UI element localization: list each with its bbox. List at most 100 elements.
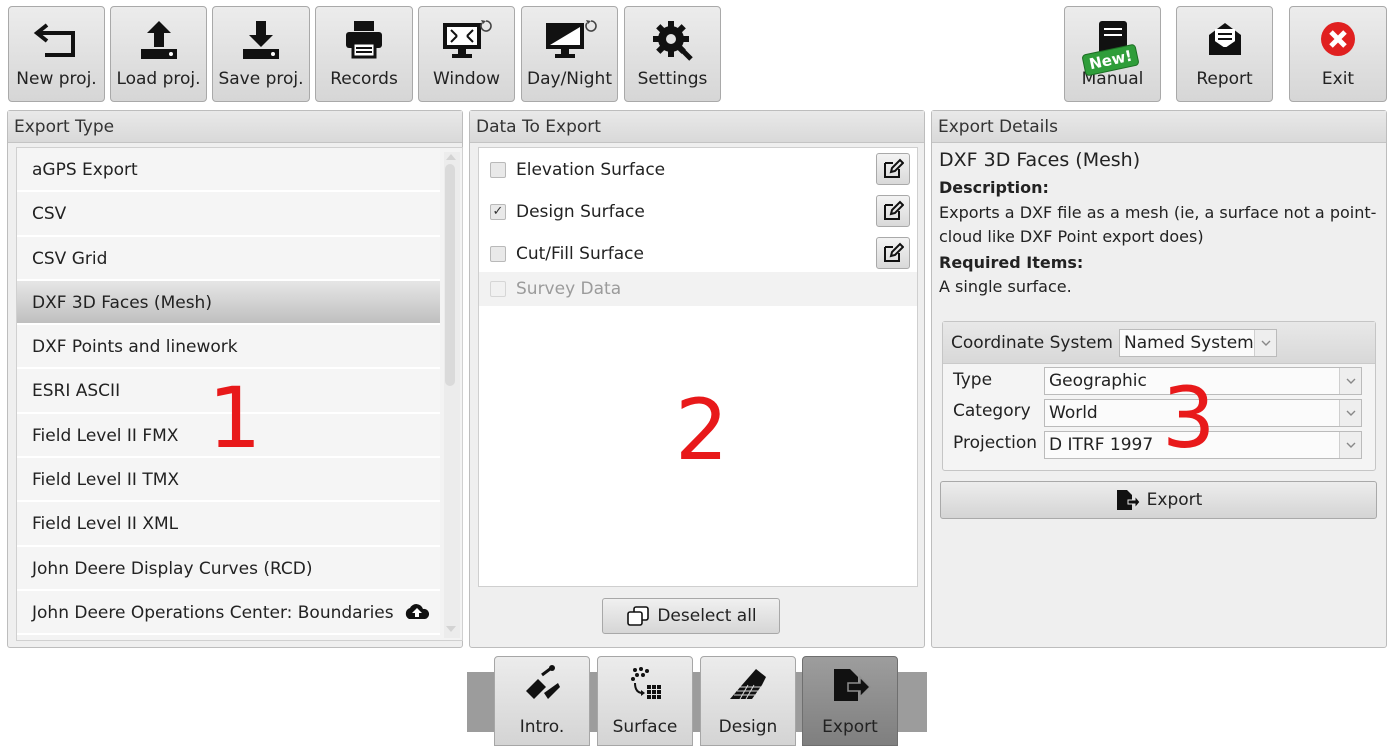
edit-pencil-icon <box>884 158 904 178</box>
data-row-elevation[interactable]: Elevation Surface <box>479 150 917 190</box>
exit-label: Exit <box>1321 69 1355 89</box>
upload-icon <box>140 21 177 59</box>
edit-pencil-icon <box>884 242 904 262</box>
design-surface-icon <box>730 669 766 700</box>
checkbox-unchecked[interactable] <box>490 162 506 178</box>
scroll-down-icon[interactable] <box>446 626 456 632</box>
tab-export-label: Export <box>822 717 878 737</box>
coordinate-system-header: Coordinate System Named System <box>943 322 1375 364</box>
load-project-button[interactable]: Load proj. <box>110 6 207 102</box>
checkbox-disabled <box>490 281 506 297</box>
save-project-button[interactable]: Save proj. <box>212 6 310 102</box>
exit-button[interactable]: Exit <box>1289 6 1387 102</box>
checkbox-checked[interactable]: ✓ <box>490 204 506 220</box>
export-file-icon <box>1116 490 1141 510</box>
download-icon <box>243 21 279 59</box>
deselect-squares-icon <box>627 606 650 626</box>
manual-button[interactable]: New! Manual <box>1064 6 1161 102</box>
report-envelope-icon <box>1208 23 1241 55</box>
data-row-design[interactable]: ✓ Design Surface <box>479 192 917 232</box>
projection-value: D ITRF 1997 <box>1049 435 1154 455</box>
list-item[interactable]: DXF Points and linework <box>17 325 440 370</box>
data-row-label: Cut/Fill Surface <box>516 244 644 264</box>
undo-arrow-icon <box>33 23 75 57</box>
type-label: Type <box>953 370 993 390</box>
day-night-button[interactable]: Day/Night <box>521 6 618 102</box>
report-label: Report <box>1196 69 1253 89</box>
list-item[interactable]: CSV Grid <box>17 236 440 281</box>
edit-pencil-icon <box>884 200 904 220</box>
list-item[interactable]: John Deere Display Curves (RCD) <box>17 546 440 591</box>
export-type-title: Export Type <box>8 111 462 143</box>
edit-button[interactable] <box>876 195 910 227</box>
category-value: World <box>1049 403 1098 423</box>
data-row-survey-disabled: Survey Data <box>479 272 917 306</box>
deselect-all-label: Deselect all <box>657 606 757 626</box>
tab-intro[interactable]: Intro. <box>494 656 590 746</box>
annotation-number-1: 1 <box>208 369 262 467</box>
surface-points-grid-icon <box>631 667 661 699</box>
checkbox-unchecked[interactable] <box>490 246 506 262</box>
export-button-label: Export <box>1146 490 1203 510</box>
edit-button[interactable] <box>876 237 910 269</box>
description-heading: Description: <box>939 178 1049 197</box>
day-night-label: Day/Night <box>527 69 612 89</box>
export-button[interactable]: Export <box>940 481 1377 519</box>
close-circle-icon <box>1321 22 1355 56</box>
coordinate-system-value: Named System <box>1124 332 1254 353</box>
window-label: Window <box>432 69 501 89</box>
scroll-thumb[interactable] <box>445 164 455 386</box>
data-to-export-title: Data To Export <box>470 111 924 143</box>
window-resize-icon <box>442 20 492 58</box>
chevron-down-icon <box>1339 432 1361 458</box>
list-item-selected[interactable]: DXF 3D Faces (Mesh) <box>17 280 440 326</box>
main-toolbar: New proj. Load proj. Save proj. Records <box>0 0 1395 104</box>
new-project-button[interactable]: New proj. <box>8 6 105 102</box>
load-project-label: Load proj. <box>116 69 201 89</box>
tab-design[interactable]: Design <box>700 656 796 746</box>
data-row-label: Elevation Surface <box>516 160 666 180</box>
category-label: Category <box>953 401 1031 421</box>
tab-intro-label: Intro. <box>519 717 565 737</box>
list-item[interactable]: CSV <box>17 192 440 237</box>
export-format-name: DXF 3D Faces (Mesh) <box>939 149 1141 171</box>
export-type-panel: Export Type aGPS Export CSV CSV Grid DXF… <box>7 110 463 648</box>
projection-label: Projection <box>953 433 1038 453</box>
edit-button[interactable] <box>876 153 910 185</box>
coordinate-system-select[interactable]: Named System <box>1119 328 1277 357</box>
settings-button[interactable]: Settings <box>624 6 721 102</box>
coordinate-system-group: Coordinate System Named System Type Geog… <box>942 321 1376 471</box>
tab-surface[interactable]: Surface <box>597 656 693 746</box>
records-button[interactable]: Records <box>315 6 413 102</box>
data-row-label: Survey Data <box>516 279 622 299</box>
chevron-down-icon <box>1254 329 1276 356</box>
list-item-label: John Deere Operations Center: Boundaries <box>32 602 394 623</box>
data-to-export-panel: Data To Export Elevation Surface ✓ Desig… <box>469 110 925 648</box>
coordinate-system-label: Coordinate System <box>951 332 1113 353</box>
tab-export-active[interactable]: Export <box>802 656 898 746</box>
data-row-cutfill[interactable]: Cut/Fill Surface <box>479 234 917 274</box>
export-file-icon <box>834 669 872 701</box>
annotation-number-2: 2 <box>675 381 729 479</box>
deselect-all-button[interactable]: Deselect all <box>602 598 780 634</box>
annotation-number-3: 3 <box>1162 369 1216 467</box>
type-value: Geographic <box>1049 371 1147 391</box>
tab-design-label: Design <box>718 717 778 737</box>
data-list: Elevation Surface ✓ Design Surface Cut/F… <box>478 147 918 587</box>
required-items-heading: Required Items: <box>939 253 1084 272</box>
list-item[interactable]: aGPS Export <box>17 148 440 193</box>
description-text: Exports a DXF file as a mesh (ie, a surf… <box>939 203 1377 246</box>
list-item-cloud[interactable]: John Deere Operations Center: Boundaries <box>17 590 440 636</box>
intro-tractor-icon <box>526 665 560 699</box>
monitor-day-night-icon <box>545 20 597 58</box>
scroll-up-icon[interactable] <box>446 154 456 160</box>
tab-surface-label: Surface <box>612 717 678 737</box>
data-row-label: Design Surface <box>516 202 645 222</box>
list-item[interactable]: Field Level II XML <box>17 502 440 547</box>
window-button[interactable]: Window <box>418 6 515 102</box>
export-details-panel: Export Details DXF 3D Faces (Mesh) Descr… <box>931 110 1387 648</box>
report-button[interactable]: Report <box>1176 6 1273 102</box>
gear-wrench-icon <box>652 21 693 61</box>
records-label: Records <box>330 69 398 89</box>
new-project-label: New proj. <box>16 69 97 89</box>
